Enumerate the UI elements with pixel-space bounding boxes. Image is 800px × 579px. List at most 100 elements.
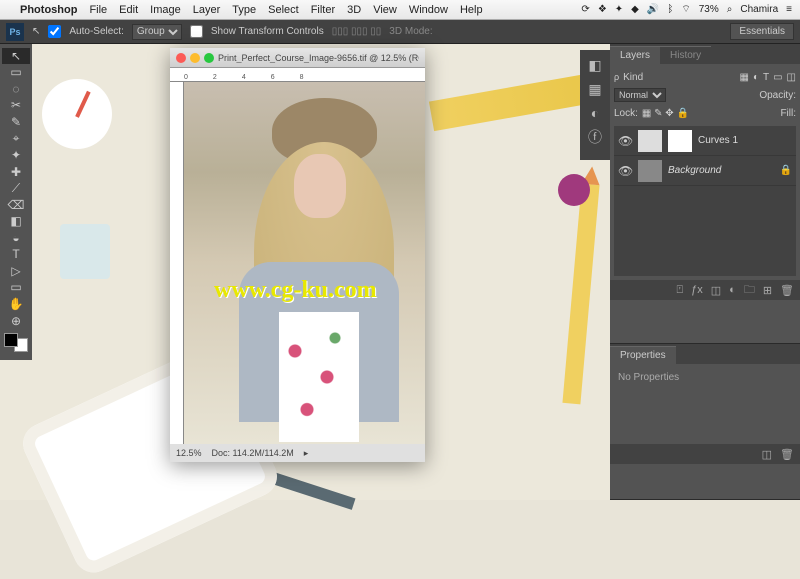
workspace-switcher[interactable]: Essentials xyxy=(730,23,794,40)
menu-view[interactable]: View xyxy=(373,4,397,16)
layer-list: 👁 Curves 1 👁 Background 🔒 xyxy=(614,126,796,276)
tab-layers[interactable]: Layers xyxy=(610,46,660,64)
new-layer-icon[interactable]: ⊞ xyxy=(763,284,772,297)
eraser-tool[interactable]: ⌫ xyxy=(2,197,30,213)
menubar-wifi-icon[interactable]: ⌔ xyxy=(681,3,690,16)
move-tool[interactable]: ↖ xyxy=(2,48,30,64)
menubar-volume-icon[interactable]: 🔊 xyxy=(647,4,659,15)
properties-panel: Properties No Properties ◫ 🗑 xyxy=(610,344,800,500)
zoom-tool[interactable]: ⊕ xyxy=(2,313,30,329)
menubar-icon[interactable]: ✦ xyxy=(615,4,623,15)
layer-row[interactable]: 👁 Background 🔒 xyxy=(614,156,796,186)
status-arrow-icon[interactable]: ▸ xyxy=(304,448,309,459)
canvas[interactable]: www.cg-ku.com xyxy=(184,82,425,444)
auto-select-dropdown[interactable]: Group xyxy=(132,24,182,40)
menubar-user[interactable]: Chamira xyxy=(740,4,778,15)
no-properties-text: No Properties xyxy=(618,372,679,383)
layer-name[interactable]: Curves 1 xyxy=(698,135,738,146)
delete-layer-icon[interactable]: 🗑 xyxy=(780,284,794,297)
doc-size[interactable]: Doc: 114.2M/114.2M xyxy=(212,448,294,458)
panel-delete-icon[interactable]: 🗑 xyxy=(780,448,794,461)
lasso-tool[interactable]: ◌ xyxy=(2,81,30,97)
document-titlebar[interactable]: Print_Perfect_Course_Image-9656.tif @ 12… xyxy=(170,48,425,68)
path-tool[interactable]: ▷ xyxy=(2,263,30,279)
menubar-bluetooth-icon[interactable]: ᛒ xyxy=(667,4,673,15)
move-tool-icon[interactable]: ↖ xyxy=(32,26,40,37)
layer-thumb-curves-icon[interactable] xyxy=(638,130,662,152)
menubar-search-icon[interactable]: ⌕ xyxy=(727,4,733,15)
shape-tool[interactable]: ▭ xyxy=(2,280,30,296)
minimize-icon[interactable] xyxy=(190,53,200,63)
options-bar: Ps ↖ Auto-Select: Group Show Transform C… xyxy=(0,20,800,44)
marquee-tool[interactable]: ▭ xyxy=(2,65,30,81)
dodge-tool[interactable]: ◧ xyxy=(2,213,30,229)
brush-tool[interactable]: ✦ xyxy=(2,147,30,163)
menu-edit[interactable]: Edit xyxy=(119,4,138,16)
gradient-tool[interactable]: ⟋ xyxy=(2,180,30,196)
menu-window[interactable]: Window xyxy=(409,4,448,16)
pen-tool[interactable]: ◒ xyxy=(2,230,30,246)
menu-help[interactable]: Help xyxy=(460,4,483,16)
link-layers-icon[interactable]: ⍞ xyxy=(677,284,684,297)
filter-smart-icon[interactable]: ◫ xyxy=(787,72,796,83)
color-panel-icon[interactable]: ◧ xyxy=(580,54,610,76)
tools-panel: ↖ ▭ ◌ ✂ ✎ ⌖ ✦ ✚ ⟋ ⌫ ◧ ◒ T ▷ ▭ ✋ ⊕ xyxy=(0,44,32,360)
lock-icons[interactable]: ▦ ✎ ✥ 🔒 xyxy=(642,108,689,119)
panel-clip-icon[interactable]: ◫ xyxy=(762,448,772,461)
eyedropper-tool[interactable]: ✎ xyxy=(2,114,30,130)
menu-file[interactable]: File xyxy=(89,4,107,16)
hand-tool[interactable]: ✋ xyxy=(2,296,30,312)
menu-image[interactable]: Image xyxy=(150,4,181,16)
filter-kind-label: Kind xyxy=(623,72,643,83)
layer-mask-thumb[interactable] xyxy=(668,130,692,152)
menu-type[interactable]: Type xyxy=(232,4,256,16)
filter-pixel-icon[interactable]: ▦ xyxy=(739,72,748,83)
filter-adjust-icon[interactable]: ◐ xyxy=(753,72,759,83)
layer-name[interactable]: Background xyxy=(668,165,721,176)
zoom-icon[interactable] xyxy=(204,53,214,63)
layer-row[interactable]: 👁 Curves 1 xyxy=(614,126,796,156)
layers-panel: Layers History ρ Kind ▦ ◐ T ▭ ◫ Normal xyxy=(610,44,800,344)
color-swatch[interactable] xyxy=(4,333,28,352)
document-title: Print_Perfect_Course_Image-9656.tif @ 12… xyxy=(218,53,419,63)
filter-shape-icon[interactable]: ▭ xyxy=(773,72,782,83)
tab-properties[interactable]: Properties xyxy=(610,346,676,364)
menu-layer[interactable]: Layer xyxy=(193,4,221,16)
menu-filter[interactable]: Filter xyxy=(311,4,335,16)
new-adjustment-icon[interactable]: ◐ xyxy=(729,284,736,296)
adjustments-panel-icon[interactable]: ◐ xyxy=(580,102,610,124)
wallpaper-ball-illustration xyxy=(558,174,590,206)
show-transform-checkbox[interactable] xyxy=(190,25,203,38)
stamp-tool[interactable]: ✚ xyxy=(2,164,30,180)
app-name[interactable]: Photoshop xyxy=(20,4,77,16)
auto-select-checkbox[interactable] xyxy=(48,25,61,38)
align-icons[interactable]: ▯▯▯ ▯▯▯ ▯▯ xyxy=(332,26,382,37)
visibility-icon[interactable]: 👁 xyxy=(618,164,632,178)
filter-type-icon[interactable]: T xyxy=(763,72,769,83)
menubar-battery[interactable]: 73% xyxy=(699,4,719,15)
ruler-horizontal[interactable]: 0 2 4 6 8 xyxy=(170,68,425,82)
new-group-icon[interactable]: 🗀 xyxy=(744,281,755,300)
layer-mask-icon[interactable]: ◫ xyxy=(711,284,721,297)
type-tool[interactable]: T xyxy=(2,247,30,263)
tab-history[interactable]: History xyxy=(660,46,711,64)
swatches-panel-icon[interactable]: ▦ xyxy=(580,78,610,100)
wallpaper-clock-illustration xyxy=(42,79,112,149)
menu-3d[interactable]: 3D xyxy=(347,4,361,16)
close-icon[interactable] xyxy=(176,53,186,63)
blend-mode-select[interactable]: Normal xyxy=(614,88,666,102)
ruler-vertical[interactable] xyxy=(170,82,184,444)
zoom-level[interactable]: 12.5% xyxy=(176,448,202,458)
spot-heal-tool[interactable]: ⌖ xyxy=(2,131,30,147)
layer-fx-icon[interactable]: ƒx xyxy=(691,284,703,296)
visibility-icon[interactable]: 👁 xyxy=(618,134,632,148)
ruler-mark: 8 xyxy=(300,74,304,81)
styles-panel-icon[interactable]: ⓕ xyxy=(580,126,610,148)
crop-tool[interactable]: ✂ xyxy=(2,98,30,114)
menubar-dropbox-icon[interactable]: ◆ xyxy=(631,4,639,15)
menubar-icon[interactable]: ❖ xyxy=(598,4,607,15)
menu-select[interactable]: Select xyxy=(268,4,299,16)
layer-thumb[interactable] xyxy=(638,160,662,182)
menubar-notification-icon[interactable]: ≡ xyxy=(786,4,792,15)
menubar-sync-icon[interactable]: ⟳ xyxy=(581,4,589,15)
